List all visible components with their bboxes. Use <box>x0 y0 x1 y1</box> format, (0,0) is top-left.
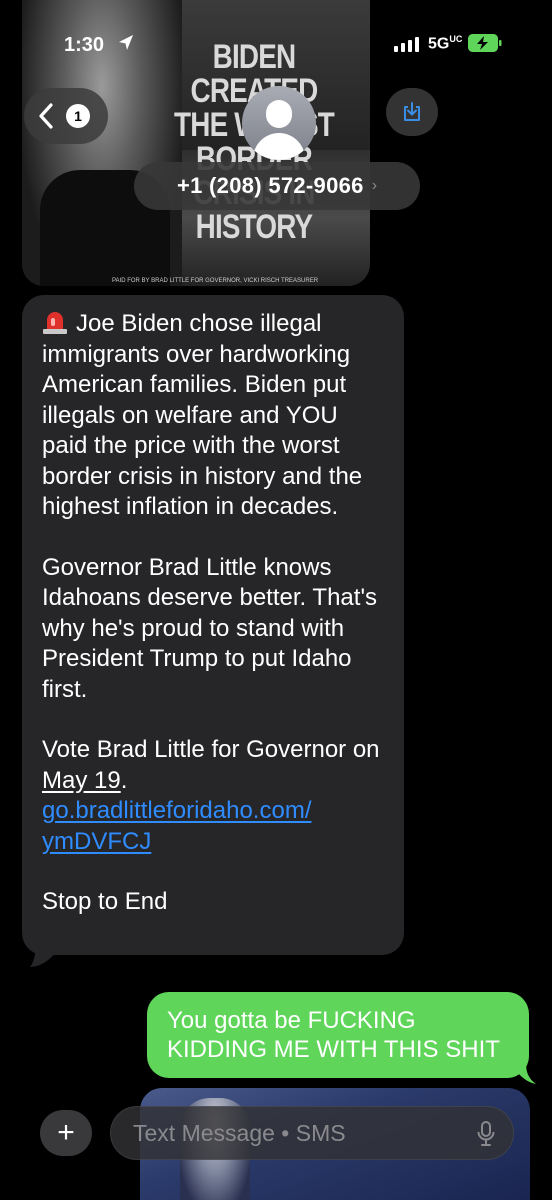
bubble-tail-incoming <box>30 940 56 967</box>
microphone-icon[interactable] <box>477 1121 495 1147</box>
back-chevron-icon <box>39 103 53 129</box>
save-download-icon <box>404 102 420 121</box>
message-input-placeholder: Text Message • SMS <box>133 1119 346 1146</box>
battery-charging-icon <box>468 34 502 52</box>
siren-emoji-icon <box>43 312 67 334</box>
contact-name-button[interactable]: +1 (208) 572-9066 › <box>134 162 420 210</box>
status-time: 1:30 <box>64 34 105 56</box>
stop-text: Stop to End <box>42 888 168 915</box>
outgoing-message-bubble[interactable]: You gotta be FUCKING KIDDING ME WITH THI… <box>147 992 529 1078</box>
contact-avatar-icon[interactable] <box>242 86 316 160</box>
back-button[interactable]: 1 <box>24 88 108 144</box>
chevron-right-icon: › <box>371 177 378 194</box>
incoming-message-bubble[interactable]: Joe Biden chose illegal immigrants over … <box>22 295 404 955</box>
message-input[interactable]: Text Message • SMS <box>110 1106 514 1160</box>
network-type: 5GUC <box>428 34 463 53</box>
plus-icon: + <box>57 1116 75 1149</box>
location-arrow-icon <box>119 35 133 50</box>
add-attachment-button[interactable]: + <box>40 1110 92 1156</box>
avatar-head <box>266 100 292 128</box>
date-link[interactable]: May 19 <box>42 767 121 794</box>
attachment-disclaimer: PAID FOR BY BRAD LITTLE FOR GOVERNOR, VI… <box>112 278 319 284</box>
unread-count-badge: 1 <box>66 104 90 128</box>
campaign-url-link-cont[interactable]: ymDVFCJ <box>42 828 151 855</box>
save-download-button[interactable] <box>386 88 438 136</box>
contact-phone-number: +1 (208) 572-9066 <box>176 173 364 198</box>
message-paragraph: Vote Brad Little for Governor on May 19.… <box>42 735 384 857</box>
avatar-body <box>253 133 305 160</box>
bubble-tail-outgoing <box>512 1062 536 1084</box>
campaign-url-link[interactable]: go.bradlittleforidaho.com/ <box>42 797 311 824</box>
message-paragraph: Governor Brad Little knows Idahoans dese… <box>42 553 378 703</box>
vote-text: Vote Brad Little for Governor on <box>42 736 380 763</box>
signal-icon <box>394 37 419 52</box>
message-paragraph: Joe Biden chose illegal immigrants over … <box>42 309 384 523</box>
vote-suffix: . <box>120 766 128 794</box>
message-text-1: Joe Biden chose illegal immigrants over … <box>42 310 363 520</box>
